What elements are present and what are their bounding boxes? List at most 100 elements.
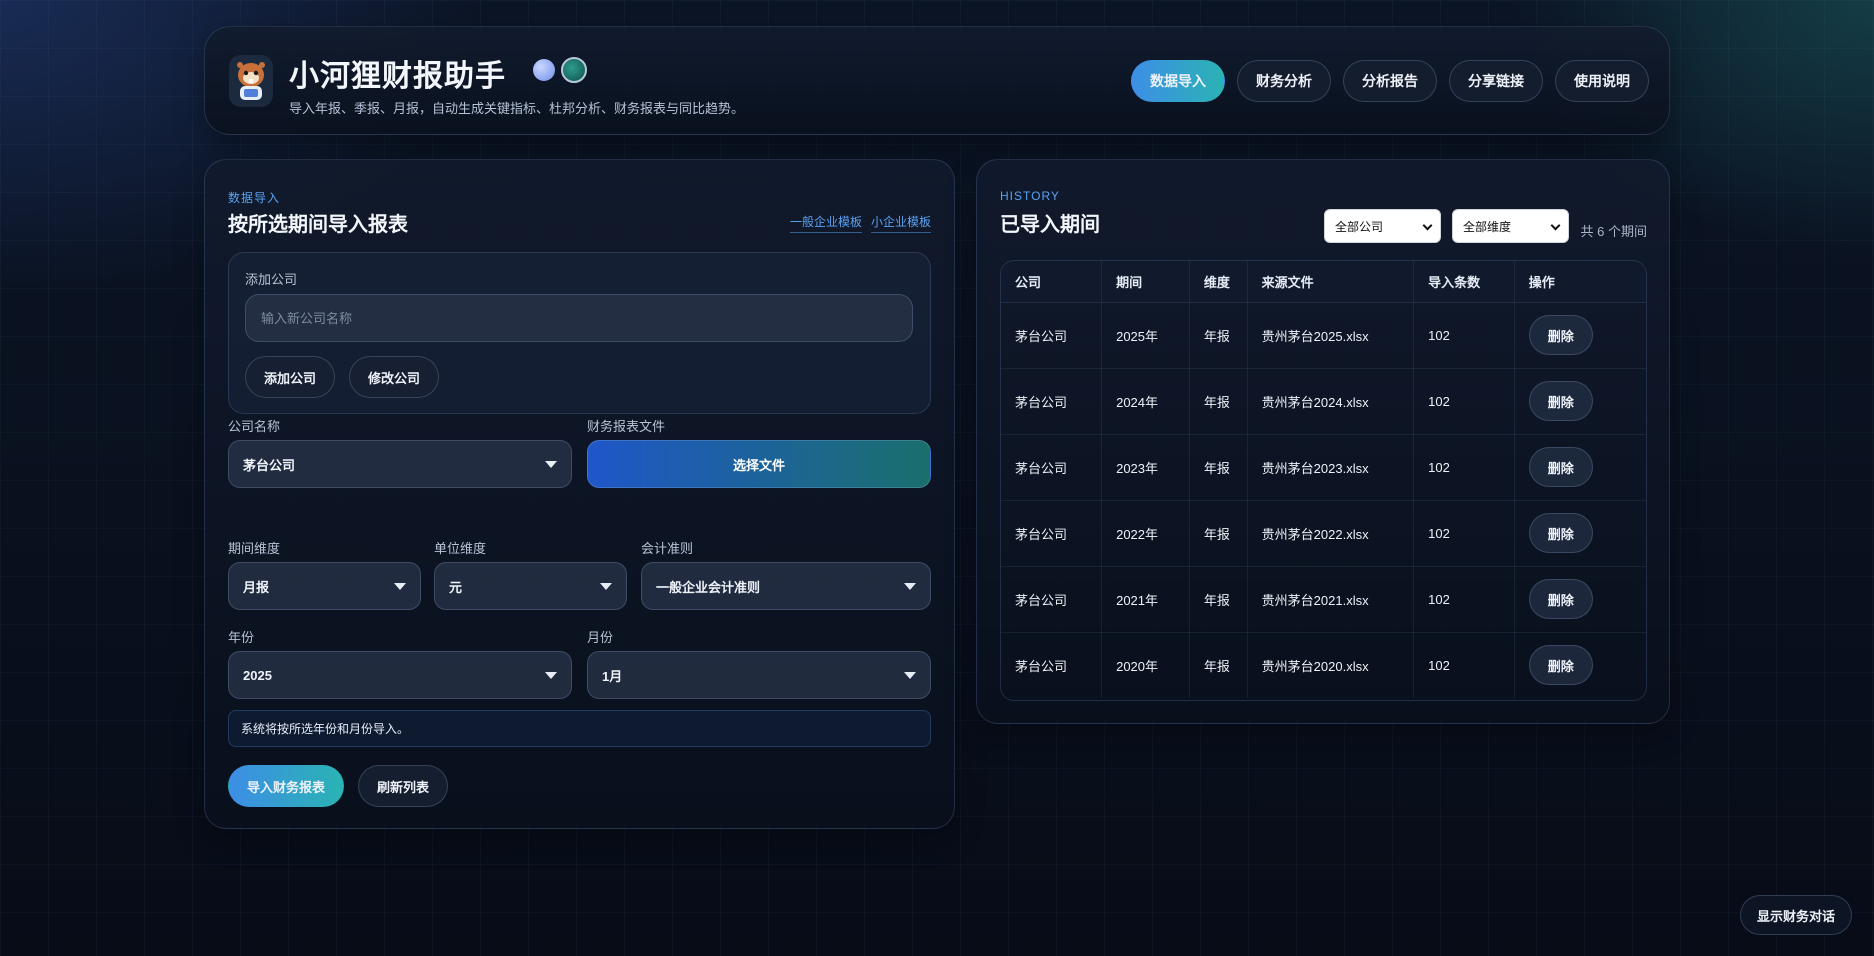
history-panel: HISTORY 已导入期间 全部公司 全部维度 共 6 个期间 公司 期间 维度…: [976, 159, 1670, 724]
nav-report-button[interactable]: 分析报告: [1343, 60, 1437, 102]
choose-file-button[interactable]: 选择文件: [587, 440, 931, 488]
cell-company: 茅台公司: [1001, 500, 1103, 567]
cell-action: 删除: [1514, 434, 1646, 501]
col-header-action: 操作: [1514, 261, 1646, 303]
col-header-file: 来源文件: [1247, 261, 1415, 303]
theme-light-dot-icon[interactable]: [533, 59, 555, 81]
unit-select[interactable]: 元: [434, 562, 627, 610]
table-row: 茅台公司 2023年 年报 贵州茅台2023.xlsx 102 删除: [1001, 434, 1646, 501]
dimension-filter-value: 全部维度: [1463, 219, 1512, 234]
delete-button[interactable]: 删除: [1528, 381, 1593, 421]
app-header: 小河狸财报助手 导入年报、季报、月报，自动生成关键指标、杜邦分析、财务报表与同比…: [204, 26, 1670, 135]
month-label: 月份: [587, 630, 614, 645]
chevron-down-icon: [904, 583, 916, 590]
nav-share-button[interactable]: 分享链接: [1449, 60, 1543, 102]
cell-dimension: 年报: [1189, 632, 1248, 698]
chevron-down-icon: [545, 461, 557, 468]
chevron-down-icon: [600, 583, 612, 590]
nav-import-button[interactable]: 数据导入: [1131, 60, 1225, 102]
history-eyebrow: HISTORY: [1000, 189, 1060, 203]
cell-action: 删除: [1514, 500, 1646, 567]
cell-period: 2021年: [1101, 566, 1190, 633]
cell-company: 茅台公司: [1001, 368, 1103, 435]
company-select-value: 茅台公司: [243, 457, 296, 473]
col-header-period: 期间: [1101, 261, 1190, 303]
table-row: 茅台公司 2024年 年报 贵州茅台2024.xlsx 102 删除: [1001, 368, 1646, 435]
import-hint: 系统将按所选年份和月份导入。: [228, 710, 931, 747]
chevron-down-icon: [545, 672, 557, 679]
edit-company-button[interactable]: 修改公司: [349, 356, 440, 398]
table-row: 茅台公司 2021年 年报 贵州茅台2021.xlsx 102 删除: [1001, 566, 1646, 633]
cell-company: 茅台公司: [1001, 302, 1103, 369]
cell-action: 删除: [1514, 368, 1646, 435]
company-filter-select[interactable]: 全部公司: [1324, 209, 1441, 243]
company-select[interactable]: 茅台公司: [228, 440, 572, 488]
cell-file: 贵州茅台2025.xlsx: [1247, 302, 1415, 369]
theme-dark-dot-icon[interactable]: [561, 57, 587, 83]
nav-analysis-button[interactable]: 财务分析: [1237, 60, 1331, 102]
cell-file: 贵州茅台2022.xlsx: [1247, 500, 1415, 567]
cell-count: 102: [1413, 368, 1515, 435]
period-select[interactable]: 月报: [228, 562, 421, 610]
delete-button[interactable]: 删除: [1528, 513, 1593, 553]
cell-dimension: 年报: [1189, 368, 1248, 435]
year-select-value: 2025: [243, 667, 272, 683]
cell-company: 茅台公司: [1001, 566, 1103, 633]
company-filter-value: 全部公司: [1335, 219, 1384, 234]
cell-dimension: 年报: [1189, 434, 1248, 501]
add-company-card: 添加公司 添加公司 修改公司: [228, 252, 931, 414]
delete-button[interactable]: 删除: [1528, 579, 1593, 619]
cell-count: 102: [1413, 434, 1515, 501]
cell-dimension: 年报: [1189, 500, 1248, 567]
col-header-count: 导入条数: [1413, 261, 1515, 303]
col-header-company: 公司: [1001, 261, 1103, 303]
beaver-mascot-icon: [229, 55, 273, 107]
period-count: 共 6 个期间: [1580, 224, 1647, 239]
cell-count: 102: [1413, 632, 1515, 698]
dimension-filter-select[interactable]: 全部维度: [1452, 209, 1569, 243]
main-nav: 数据导入 财务分析 分析报告 分享链接 使用说明: [1131, 60, 1649, 102]
standard-select-value: 一般企业会计准则: [656, 579, 761, 595]
year-label: 年份: [228, 630, 255, 645]
company-name-label: 公司名称: [228, 419, 281, 434]
cell-count: 102: [1413, 302, 1515, 369]
period-label: 期间维度: [228, 541, 281, 556]
chevron-down-icon: [1550, 220, 1561, 231]
year-select[interactable]: 2025: [228, 651, 572, 699]
unit-select-value: 元: [449, 579, 463, 595]
cell-period: 2022年: [1101, 500, 1190, 567]
delete-button[interactable]: 删除: [1528, 315, 1593, 355]
chevron-down-icon: [904, 672, 916, 679]
cell-company: 茅台公司: [1001, 434, 1103, 501]
cell-file: 贵州茅台2024.xlsx: [1247, 368, 1415, 435]
import-report-button[interactable]: 导入财务报表: [228, 765, 345, 807]
show-finance-chat-button[interactable]: 显示财务对话: [1740, 895, 1853, 935]
month-select-value: 1月: [602, 668, 623, 684]
table-row: 茅台公司 2020年 年报 贵州茅台2020.xlsx 102 删除: [1001, 632, 1646, 698]
small-template-link[interactable]: 小企业模板: [871, 213, 932, 233]
delete-button[interactable]: 删除: [1528, 447, 1593, 487]
table-row: 茅台公司 2025年 年报 贵州茅台2025.xlsx 102 删除: [1001, 302, 1646, 369]
add-company-label: 添加公司: [245, 272, 298, 287]
cell-action: 删除: [1514, 302, 1646, 369]
delete-button[interactable]: 删除: [1528, 645, 1593, 686]
chevron-down-icon: [394, 583, 406, 590]
cell-period: 2023年: [1101, 434, 1190, 501]
col-header-dimension: 维度: [1189, 261, 1248, 303]
history-panel-title: 已导入期间: [1000, 212, 1100, 236]
table-header-row: 公司 期间 维度 来源文件 导入条数 操作: [1001, 261, 1646, 303]
general-template-link[interactable]: 一般企业模板: [790, 213, 863, 233]
standard-select[interactable]: 一般企业会计准则: [641, 562, 931, 610]
cell-dimension: 年报: [1189, 302, 1248, 369]
cell-count: 102: [1413, 566, 1515, 633]
new-company-input[interactable]: [245, 294, 913, 342]
refresh-list-button[interactable]: 刷新列表: [358, 765, 449, 807]
table-row: 茅台公司 2022年 年报 贵州茅台2022.xlsx 102 删除: [1001, 500, 1646, 567]
month-select[interactable]: 1月: [587, 651, 931, 699]
period-select-value: 月报: [243, 579, 270, 595]
cell-file: 贵州茅台2020.xlsx: [1247, 632, 1415, 698]
nav-help-button[interactable]: 使用说明: [1555, 60, 1649, 102]
add-company-button[interactable]: 添加公司: [245, 356, 336, 398]
cell-file: 贵州茅台2021.xlsx: [1247, 566, 1415, 633]
cell-action: 删除: [1514, 632, 1646, 698]
